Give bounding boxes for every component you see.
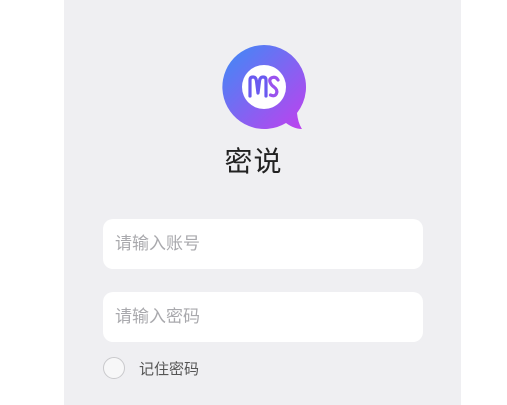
login-page: 密说 记住密码 xyxy=(0,0,507,405)
app-logo-icon xyxy=(222,44,307,129)
password-field[interactable] xyxy=(103,292,423,342)
account-input[interactable] xyxy=(115,219,411,269)
password-input[interactable] xyxy=(115,292,411,342)
remember-password-label: 记住密码 xyxy=(139,359,200,378)
remember-password-option[interactable]: 记住密码 xyxy=(103,355,199,381)
account-field[interactable] xyxy=(103,219,423,269)
app-title: 密说 xyxy=(224,145,283,178)
remember-password-radio[interactable] xyxy=(103,357,125,379)
